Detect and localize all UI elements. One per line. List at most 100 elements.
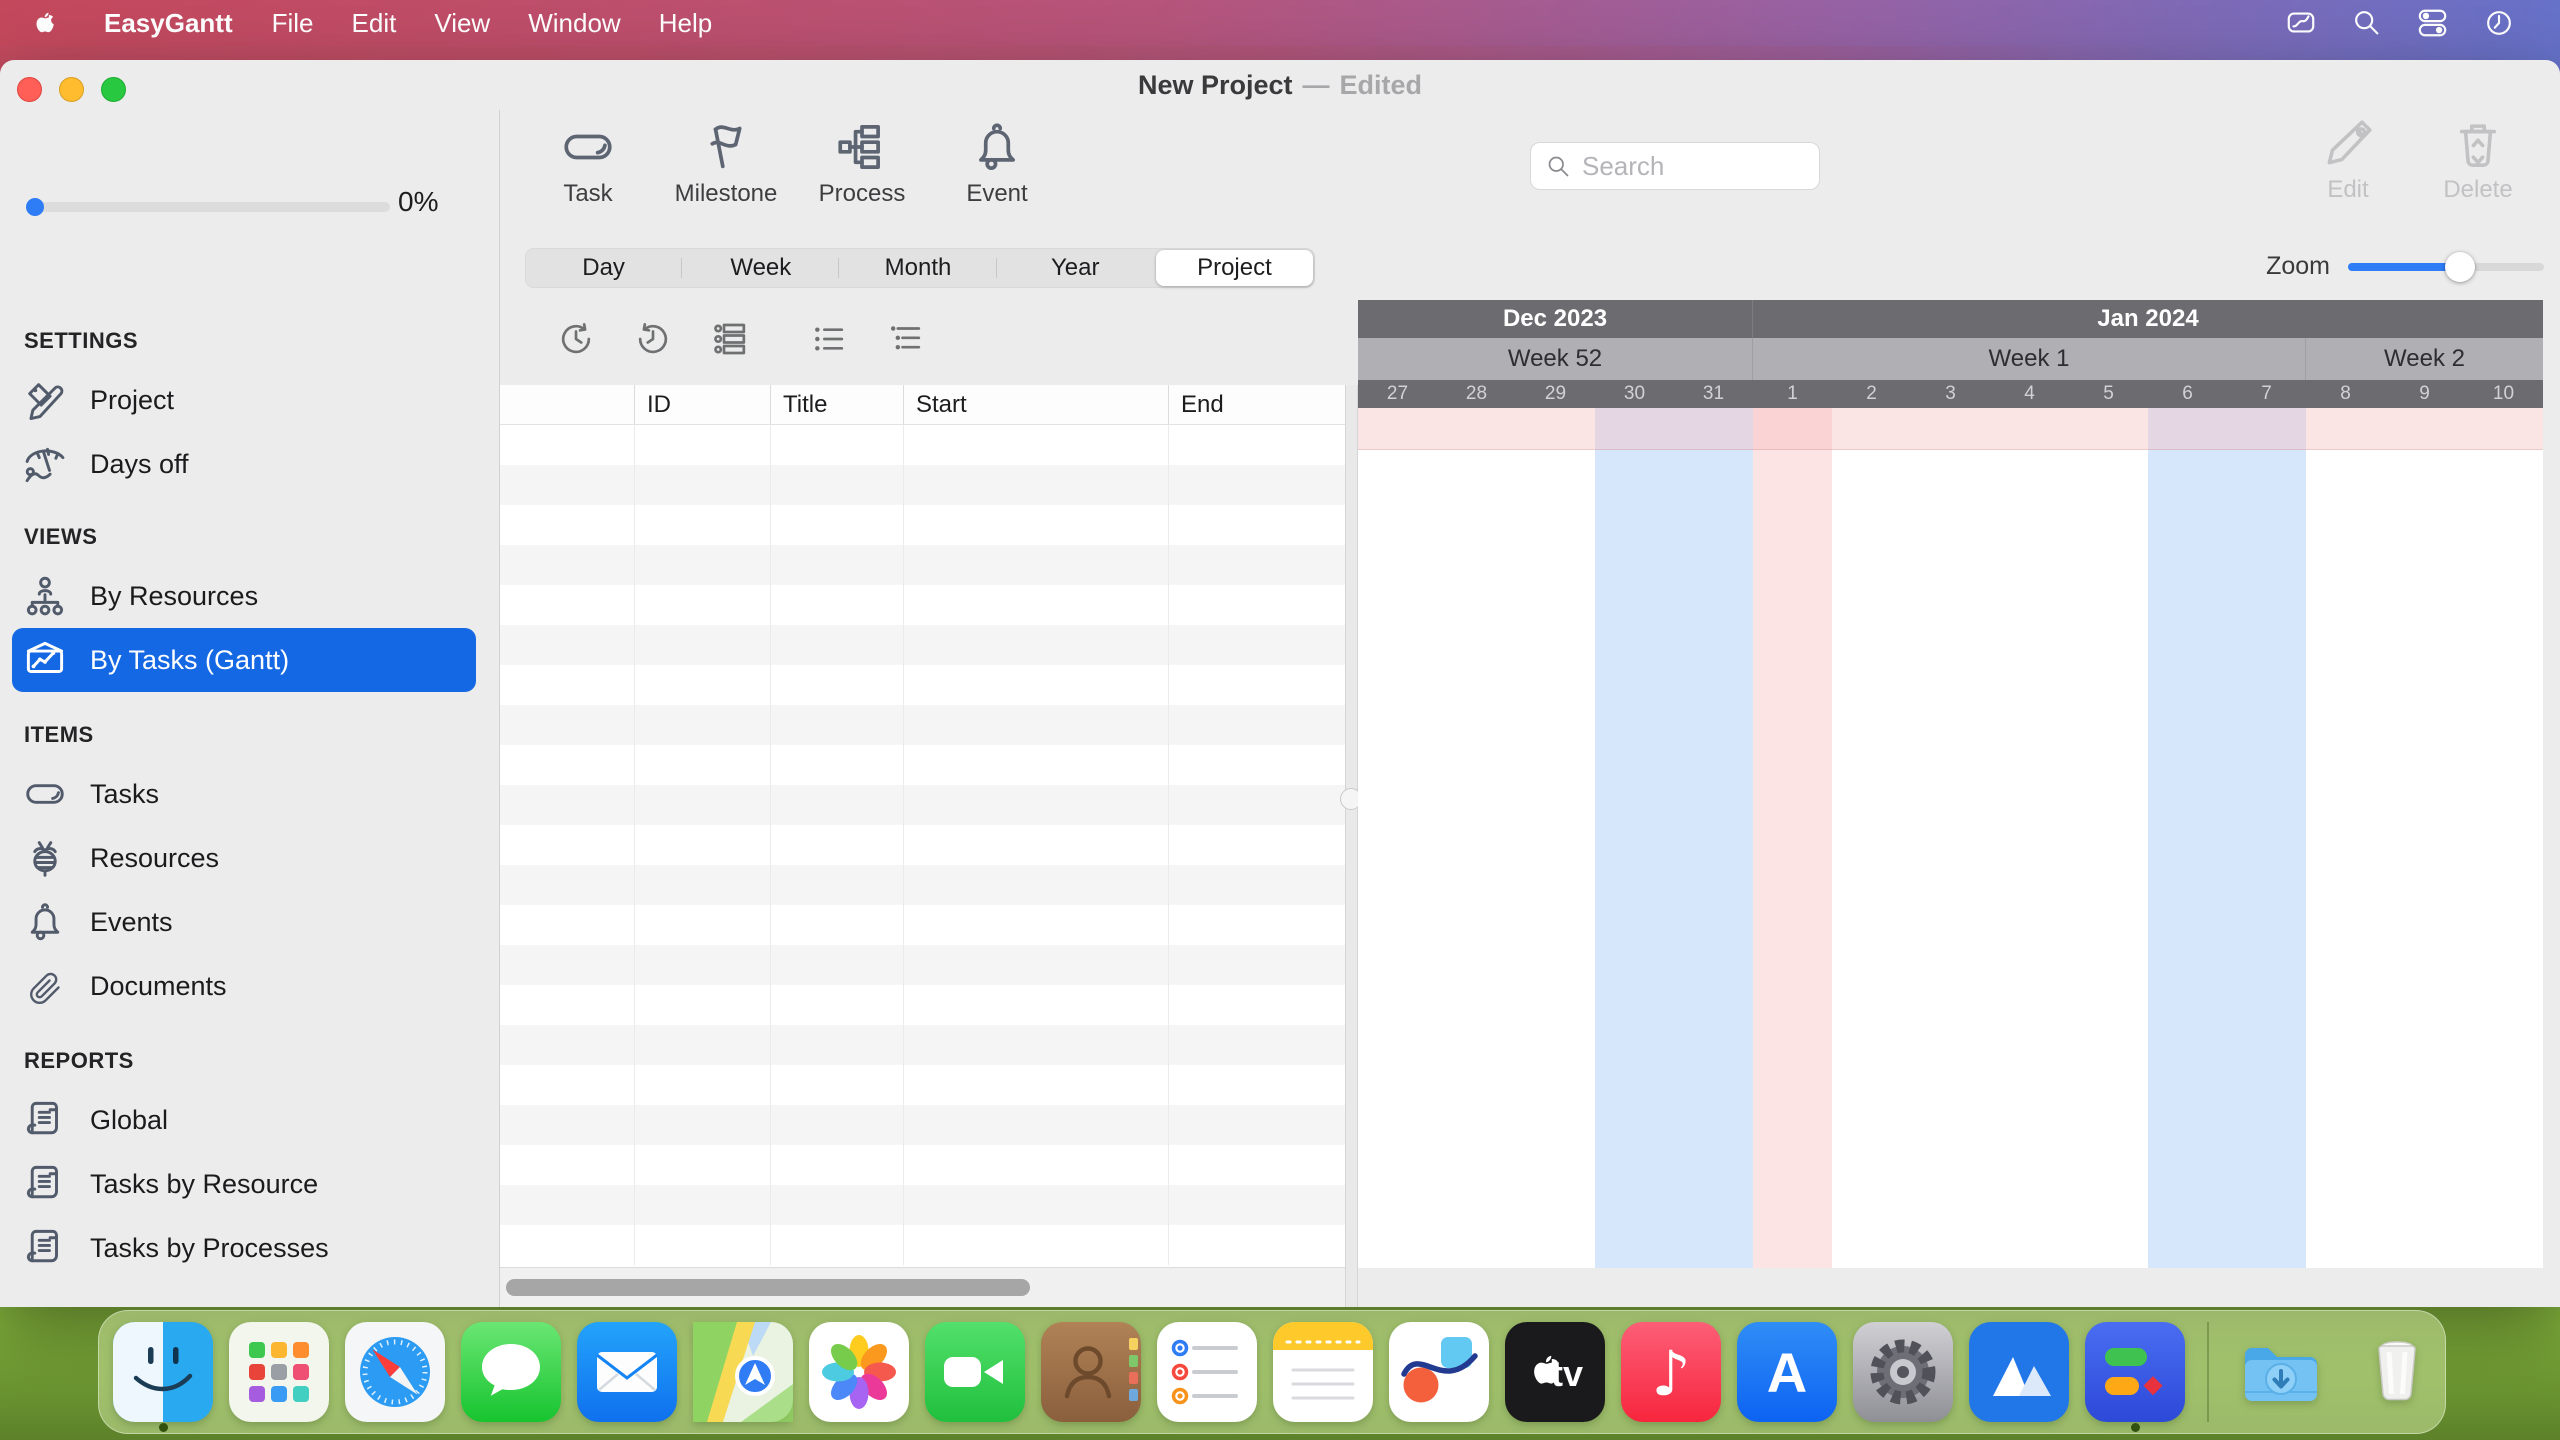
table-row[interactable] — [500, 745, 1345, 785]
dock-icon-photos[interactable] — [809, 1322, 909, 1422]
table-row[interactable] — [500, 985, 1345, 1025]
table-cell — [635, 505, 771, 545]
sidebar-item-by-resources[interactable]: By Resources — [12, 564, 476, 628]
table-row[interactable] — [500, 905, 1345, 945]
gantt-day-label: 10 — [2492, 383, 2515, 404]
table-cell — [635, 905, 771, 945]
table-cell — [1169, 825, 1345, 865]
edit-button[interactable]: Edit — [2288, 116, 2408, 220]
clock-backward-icon[interactable] — [632, 318, 674, 360]
horizontal-scrollbar-thumb[interactable] — [506, 1279, 1030, 1296]
segment-day[interactable]: Day — [525, 248, 683, 288]
menu-item-edit[interactable]: Edit — [333, 0, 416, 46]
table-row[interactable] — [500, 1065, 1345, 1105]
table-row[interactable] — [500, 625, 1345, 665]
table-row[interactable] — [500, 465, 1345, 505]
dock-icon-finder[interactable] — [113, 1322, 213, 1432]
outline-list-icon[interactable] — [885, 318, 927, 360]
screen-mirroring-icon[interactable] — [2268, 0, 2334, 46]
umbrella-icon — [22, 441, 68, 487]
table-row[interactable] — [500, 1185, 1345, 1225]
create-event-button[interactable]: Event — [935, 118, 1059, 218]
dock-icon-appletv[interactable]: tv — [1505, 1322, 1605, 1422]
clock-icon[interactable] — [2466, 0, 2532, 46]
dock-icon-safari[interactable] — [345, 1322, 445, 1422]
table-header: ID Title Start End — [500, 385, 1345, 425]
table-row[interactable] — [500, 825, 1345, 865]
gantt-week-label: Week 2 — [2384, 345, 2465, 372]
sidebar-item-tasks[interactable]: Tasks — [12, 762, 476, 826]
sidebar-item-events[interactable]: Events — [12, 890, 476, 954]
sidebar-item-resources[interactable]: Resources — [12, 826, 476, 890]
dock-icon-maps[interactable] — [693, 1322, 793, 1422]
dock-icon-contacts[interactable] — [1041, 1322, 1141, 1422]
table-cell — [771, 745, 904, 785]
dock-icon-facetime[interactable] — [925, 1322, 1025, 1422]
table-row[interactable] — [500, 665, 1345, 705]
segment-project[interactable]: Project — [1155, 250, 1314, 286]
table-row[interactable] — [500, 1225, 1345, 1265]
detail-list-icon[interactable] — [710, 318, 752, 360]
gantt-day-label: 29 — [1544, 383, 1567, 404]
create-milestone-button[interactable]: Milestone — [664, 118, 788, 218]
segment-year[interactable]: Year — [997, 248, 1154, 288]
sidebar-item-project[interactable]: Project — [12, 368, 476, 432]
dock-icon-freeform[interactable] — [1389, 1322, 1489, 1422]
menu-item-file[interactable]: File — [253, 0, 333, 46]
table-row[interactable] — [500, 945, 1345, 985]
title-separator: — — [1302, 69, 1330, 100]
create-process-button[interactable]: Process — [800, 118, 924, 218]
clock-forward-icon[interactable] — [555, 318, 597, 360]
dock-icon-mail[interactable] — [577, 1322, 677, 1422]
table-cell — [771, 545, 904, 585]
table-row[interactable] — [500, 705, 1345, 745]
sidebar-item-global[interactable]: Global — [12, 1088, 476, 1152]
search-icon[interactable] — [2334, 0, 2400, 46]
menu-item-help[interactable]: Help — [640, 0, 731, 46]
table-row[interactable] — [500, 785, 1345, 825]
table-row[interactable] — [500, 545, 1345, 585]
table-row[interactable] — [500, 425, 1345, 465]
bullet-list-icon[interactable] — [808, 318, 850, 360]
sidebar-item-documents[interactable]: Documents — [12, 954, 476, 1018]
sidebar-item-days-off[interactable]: Days off — [12, 432, 476, 496]
apple-menu-icon[interactable] — [28, 8, 58, 38]
create-task-button[interactable]: Task — [526, 118, 650, 218]
search-input[interactable] — [1580, 149, 1784, 183]
menu-app-name[interactable]: EasyGantt — [84, 0, 253, 46]
table-row[interactable] — [500, 585, 1345, 625]
menu-item-view[interactable]: View — [415, 0, 509, 46]
dock-icon-messages[interactable] — [461, 1322, 561, 1422]
sidebar-item-tasks-by-resource[interactable]: Tasks by Resource — [12, 1152, 476, 1216]
dock-icon-settings[interactable] — [1853, 1322, 1953, 1422]
zoom-slider-thumb[interactable] — [2444, 252, 2475, 282]
zoom-slider[interactable] — [2348, 252, 2544, 282]
table-row[interactable] — [500, 1145, 1345, 1185]
pane-divider[interactable] — [1340, 385, 1362, 1307]
table-cell — [500, 585, 635, 625]
dock-icon-easygantt[interactable] — [2085, 1322, 2185, 1432]
table-cell — [904, 425, 1169, 465]
dock-icon-reminders[interactable] — [1157, 1322, 1257, 1422]
title-bar: New Project — Edited — [0, 60, 2560, 110]
table-row[interactable] — [500, 865, 1345, 905]
dock-icon-music[interactable]: ♪ — [1621, 1322, 1721, 1422]
menu-item-window[interactable]: Window — [509, 0, 639, 46]
table-cell — [1169, 865, 1345, 905]
control-center-icon[interactable] — [2400, 0, 2466, 46]
dock-icon-notes[interactable] — [1273, 1322, 1373, 1422]
table-row[interactable] — [500, 1025, 1345, 1065]
table-row[interactable] — [500, 1105, 1345, 1145]
dock-icon-launchpad[interactable] — [229, 1322, 329, 1422]
table-cell — [1169, 705, 1345, 745]
delete-button[interactable]: Delete — [2418, 116, 2538, 220]
segment-week[interactable]: Week — [682, 248, 840, 288]
dock-icon-downloads[interactable] — [2231, 1322, 2331, 1422]
dock-icon-appstore[interactable]: A — [1737, 1322, 1837, 1422]
segment-month[interactable]: Month — [839, 248, 997, 288]
sidebar-item-tasks-by-processes[interactable]: Tasks by Processes — [12, 1216, 476, 1280]
sidebar-item-by-tasks-gantt-[interactable]: By Tasks (Gantt) — [12, 628, 476, 692]
dock-icon-mountains[interactable] — [1969, 1322, 2069, 1422]
table-row[interactable] — [500, 505, 1345, 545]
dock-icon-trash[interactable] — [2347, 1322, 2447, 1422]
